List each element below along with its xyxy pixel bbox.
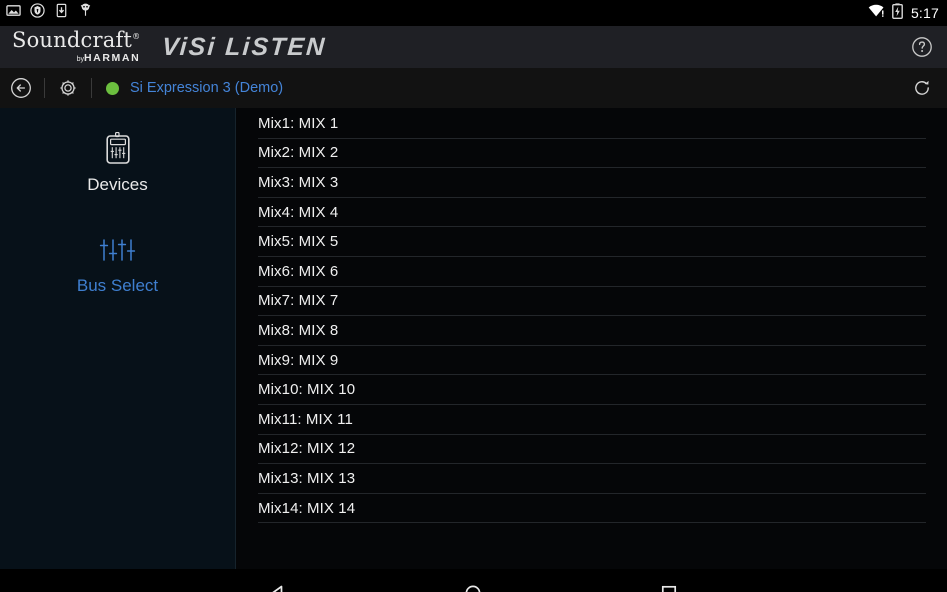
image-icon — [6, 3, 21, 23]
mix-list-item-label: Mix4: MIX 4 — [258, 203, 339, 221]
mix-list-item[interactable]: Mix1: MIX 1 — [258, 109, 926, 139]
mix-list-item-label: Mix3: MIX 3 — [258, 173, 339, 191]
toolbar-separator-1 — [44, 78, 45, 98]
mix-list-item[interactable]: Mix6: MIX 6 — [258, 257, 926, 287]
sidebar: Devices Bus Select — [0, 108, 236, 569]
mix-list-item[interactable]: Mix11: MIX 11 — [258, 405, 926, 435]
mix-list-item[interactable]: Mix2: MIX 2 — [258, 139, 926, 169]
shield-icon — [30, 3, 45, 23]
sidebar-item-bus-select-label: Bus Select — [76, 276, 159, 295]
wifi-alert-icon — [868, 3, 886, 23]
mix-list-item[interactable]: Mix14: MIX 14 — [258, 494, 926, 524]
harman-name: HARMAN — [84, 52, 141, 65]
faders-icon — [98, 231, 138, 269]
mix-list-item-label: Mix1: MIX 1 — [258, 114, 339, 132]
app-body: Devices Bus Select Mix1: MIX 1 Mix2: MIX … — [0, 108, 947, 569]
robot-icon — [78, 3, 93, 23]
connected-device-name[interactable]: Si Expression 3 (Demo) — [130, 80, 283, 96]
help-circle-icon[interactable] — [911, 36, 933, 58]
mix-list-item-label: Mix2: MIX 2 — [258, 144, 339, 162]
android-nav-bar — [0, 569, 947, 592]
mix-list-item-label: Mix7: MIX 7 — [258, 292, 339, 310]
status-notification-icons — [6, 3, 93, 23]
mix-list-item[interactable]: Mix5: MIX 5 — [258, 227, 926, 257]
nav-home-circle-icon[interactable] — [456, 576, 490, 592]
app-header: Soundcraft® byHARMAN ViSi LiSTEN — [0, 26, 947, 68]
back-arrow-circle-icon[interactable] — [10, 77, 32, 99]
mix-list-item-label: Mix12: MIX 12 — [258, 440, 356, 458]
mix-list-item-label: Mix6: MIX 6 — [258, 262, 339, 280]
mix-list: Mix1: MIX 1 Mix2: MIX 2 Mix3: MIX 3 Mix4: M… — [236, 108, 947, 569]
brand-logo: Soundcraft® byHARMAN ViSi LiSTEN — [12, 30, 328, 64]
sidebar-item-bus-select[interactable]: Bus Select — [0, 225, 235, 302]
mix-list-item[interactable]: Mix7: MIX 7 — [258, 287, 926, 317]
mix-list-item-label: Mix5: MIX 5 — [258, 233, 339, 251]
mix-list-item-label: Mix9: MIX 9 — [258, 351, 339, 369]
trademark-symbol: ® — [132, 32, 141, 42]
mix-list-item-label: Mix8: MIX 8 — [258, 321, 339, 339]
mix-list-item[interactable]: Mix12: MIX 12 — [258, 435, 926, 465]
sidebar-item-devices[interactable]: Devices — [0, 124, 235, 201]
toolbar-separator-2 — [91, 78, 92, 98]
refresh-icon[interactable] — [911, 77, 933, 99]
soundcraft-logo: Soundcraft® byHARMAN — [12, 30, 140, 64]
gear-icon[interactable] — [57, 77, 79, 99]
mixer-device-icon — [103, 130, 133, 168]
harman-wordmark: byHARMAN — [77, 53, 141, 64]
status-clock: 5:17 — [910, 5, 939, 21]
nav-back-triangle-icon[interactable] — [261, 576, 295, 592]
status-system-icons: 5:17 — [868, 2, 939, 24]
harman-by: by — [76, 56, 84, 64]
download-icon — [54, 3, 69, 23]
android-status-bar: 5:17 — [0, 0, 947, 26]
battery-charging-icon — [892, 2, 903, 24]
mix-list-item[interactable]: Mix9: MIX 9 — [258, 346, 926, 376]
mix-list-item[interactable]: Mix10: MIX 10 — [258, 375, 926, 405]
nav-recents-square-icon[interactable] — [652, 576, 686, 592]
connection-status-dot — [106, 81, 119, 95]
mix-list-item[interactable]: Mix3: MIX 3 — [258, 168, 926, 198]
mix-list-item[interactable]: Mix4: MIX 4 — [258, 198, 926, 228]
mix-list-item[interactable]: Mix13: MIX 13 — [258, 464, 926, 494]
mix-list-item-label: Mix13: MIX 13 — [258, 469, 356, 487]
sidebar-item-devices-label: Devices — [87, 175, 148, 194]
visi-listen-wordmark: ViSi LiSTEN — [161, 32, 328, 61]
soundcraft-name: Soundcraft — [12, 28, 133, 53]
mix-list-item-label: Mix11: MIX 11 — [258, 410, 353, 428]
device-toolbar: Si Expression 3 (Demo) — [0, 68, 947, 108]
mix-list-item-label: Mix10: MIX 10 — [258, 381, 356, 399]
mix-list-item[interactable]: Mix8: MIX 8 — [258, 316, 926, 346]
soundcraft-wordmark: Soundcraft® — [12, 30, 140, 51]
app-screen: 5:17 Soundcraft® byHARMAN ViSi LiSTEN Si… — [0, 0, 947, 592]
mix-list-item-label: Mix14: MIX 14 — [258, 499, 356, 517]
